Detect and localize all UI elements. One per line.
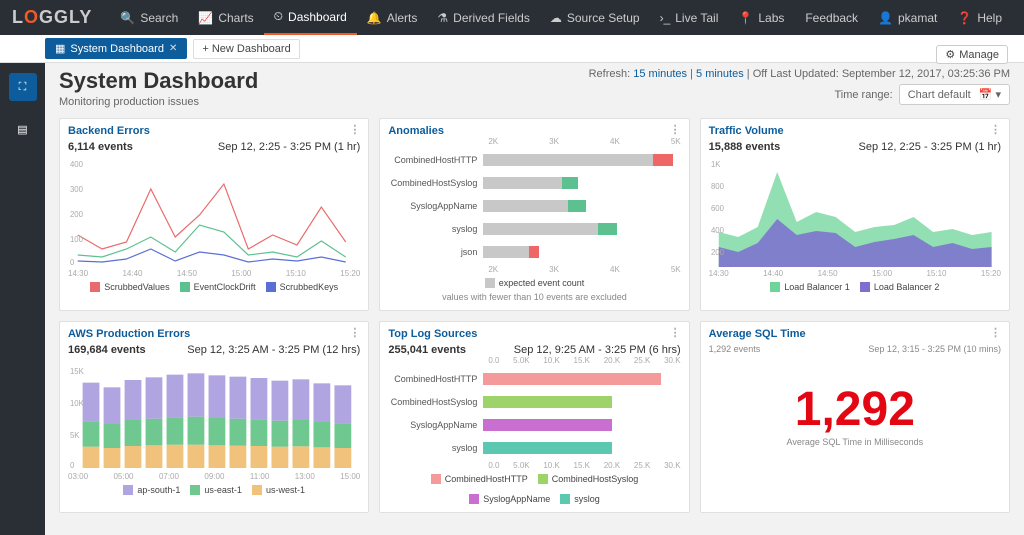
panel-title: AWS Production Errors	[68, 328, 360, 340]
panel-avg-sql-time: Average SQL Time ⋮ 1,292 events Sep 12, 3…	[700, 321, 1010, 513]
svg-text:800: 800	[711, 182, 725, 191]
help-icon: ❓	[957, 11, 972, 25]
panel-title: Anomalies	[388, 125, 680, 137]
time-range-select[interactable]: Chart default 📅 ▾	[899, 84, 1010, 105]
user-menu[interactable]: 👤pkamat	[868, 0, 947, 35]
time-range: Sep 12, 9:25 AM - 3:25 PM (6 hrs)	[514, 344, 681, 356]
dashboard-icon: ⏲	[274, 9, 283, 24]
refresh-5m[interactable]: 5 minutes	[696, 68, 744, 80]
calendar-icon: 📅 ▾	[979, 88, 1001, 101]
left-sidebar: ⛶ ▤	[0, 63, 45, 535]
time-range: Sep 12, 3:15 - 3:25 PM (10 mins)	[868, 344, 1001, 354]
svg-text:5K: 5K	[70, 431, 80, 440]
labs-icon: 📍	[738, 11, 753, 25]
event-count: 15,888 events	[709, 141, 781, 153]
svg-text:200: 200	[711, 248, 725, 257]
svg-text:400: 400	[70, 160, 84, 169]
panel-title: Top Log Sources	[388, 328, 680, 340]
nav-live-tail[interactable]: ›_Live Tail	[650, 0, 729, 35]
feedback-link[interactable]: Feedback	[795, 0, 868, 35]
nav-dashboard[interactable]: ⏲Dashboard	[264, 0, 357, 35]
new-dashboard-button[interactable]: + New Dashboard	[193, 39, 299, 59]
panel-menu-icon[interactable]: ⋮	[990, 123, 1001, 136]
time-range: Sep 12, 3:25 AM - 3:25 PM (12 hrs)	[187, 344, 360, 356]
anomalies-chart[interactable]: CombinedHostHTTP CombinedHostSyslog Sysl…	[388, 150, 680, 262]
grid-icon: ▦	[55, 42, 65, 55]
panel-title: Traffic Volume	[709, 125, 1001, 137]
footnote: values with fewer than 10 events are exc…	[388, 292, 680, 302]
sql-value: 1,292	[709, 382, 1001, 437]
panel-menu-icon[interactable]: ⋮	[670, 123, 681, 136]
svg-text:10K: 10K	[70, 399, 85, 408]
user-icon: 👤	[878, 11, 893, 25]
svg-text:400: 400	[711, 226, 725, 235]
refresh-meta: Refresh: 15 minutes | 5 minutes | Off La…	[589, 68, 1010, 105]
event-count: 255,041 events	[388, 344, 466, 356]
time-range: Sep 12, 2:25 - 3:25 PM (1 hr)	[859, 141, 1001, 153]
time-range: Sep 12, 2:25 - 3:25 PM (1 hr)	[218, 141, 360, 153]
panel-traffic-volume: Traffic Volume ⋮ 15,888 events Sep 12, 2:…	[700, 118, 1010, 311]
livetail-icon: ›_	[660, 11, 671, 25]
nav-labs[interactable]: 📍Labs	[728, 0, 794, 35]
panel-aws-errors: AWS Production Errors ⋮ 169,684 events Se…	[59, 321, 369, 513]
panel-menu-icon[interactable]: ⋮	[670, 326, 681, 339]
svg-text:100: 100	[70, 235, 84, 244]
nav-alerts[interactable]: 🔔Alerts	[357, 0, 428, 35]
event-count: 169,684 events	[68, 344, 146, 356]
svg-text:0: 0	[70, 258, 75, 267]
panel-backend-errors: Backend Errors ⋮ 6,114 events Sep 12, 2:2…	[59, 118, 369, 311]
event-count: 6,114 events	[68, 141, 133, 153]
expand-icon[interactable]: ⛶	[9, 73, 37, 101]
panel-anomalies: Anomalies ⋮ 2K3K4K5K CombinedHostHTTP Co…	[379, 118, 689, 311]
panel-menu-icon[interactable]: ⋮	[990, 326, 1001, 339]
svg-text:15K: 15K	[70, 367, 85, 376]
time-range-label: Time range:	[834, 89, 892, 101]
sql-label: Average SQL Time in Milliseconds	[709, 437, 1001, 447]
panel-top-log-sources: Top Log Sources ⋮ 255,041 events Sep 12, …	[379, 321, 689, 513]
event-count: 1,292 events	[709, 344, 761, 354]
nav-charts[interactable]: 📈Charts	[188, 0, 263, 35]
backend-line-chart[interactable]: 400 300 200 100 0	[68, 157, 360, 267]
help-link[interactable]: ❓Help	[947, 0, 1012, 35]
charts-icon: 📈	[198, 11, 213, 25]
panel-menu-icon[interactable]: ⋮	[349, 326, 360, 339]
svg-text:300: 300	[70, 185, 84, 194]
refresh-15m[interactable]: 15 minutes	[633, 68, 687, 80]
legend: ScrubbedValues EventClockDrift ScrubbedK…	[68, 282, 360, 292]
svg-text:0: 0	[70, 461, 75, 470]
sources-bar-chart[interactable]: CombinedHostHTTP CombinedHostSyslog Sysl…	[388, 369, 680, 458]
svg-text:200: 200	[70, 210, 84, 219]
tab-system-dashboard[interactable]: ▦ System Dashboard ✕	[45, 38, 187, 59]
panel-title: Average SQL Time	[709, 328, 1001, 340]
top-nav: LOGGLY 🔍Search 📈Charts ⏲Dashboard 🔔Alert…	[0, 0, 1024, 35]
close-icon[interactable]: ✕	[169, 43, 177, 54]
page-subtitle: Monitoring production issues	[59, 96, 258, 108]
derived-icon: ⚗	[437, 11, 448, 25]
nav-source-setup[interactable]: ☁Source Setup	[540, 0, 650, 35]
panel-title: Backend Errors	[68, 125, 360, 137]
manage-button[interactable]: ⚙Manage	[936, 45, 1008, 64]
gear-icon: ⚙	[945, 48, 955, 61]
layout-icon[interactable]: ▤	[9, 115, 37, 143]
search-icon: 🔍	[120, 11, 135, 25]
source-icon: ☁	[550, 11, 562, 25]
aws-stacked-bar-chart[interactable]: 15K 10K 5K 0	[68, 360, 360, 470]
svg-text:1K: 1K	[711, 160, 721, 169]
brand-logo: LOGGLY	[12, 7, 92, 28]
nav-search[interactable]: 🔍Search	[110, 0, 188, 35]
traffic-area-chart[interactable]: 1K 800 600 400 200	[709, 157, 1001, 267]
main-content: ⚙Manage System Dashboard Monitoring prod…	[45, 63, 1024, 523]
nav-derived-fields[interactable]: ⚗Derived Fields	[427, 0, 539, 35]
page-title: System Dashboard	[59, 68, 258, 94]
alerts-icon: 🔔	[367, 11, 382, 25]
svg-text:600: 600	[711, 204, 725, 213]
panel-menu-icon[interactable]: ⋮	[349, 123, 360, 136]
